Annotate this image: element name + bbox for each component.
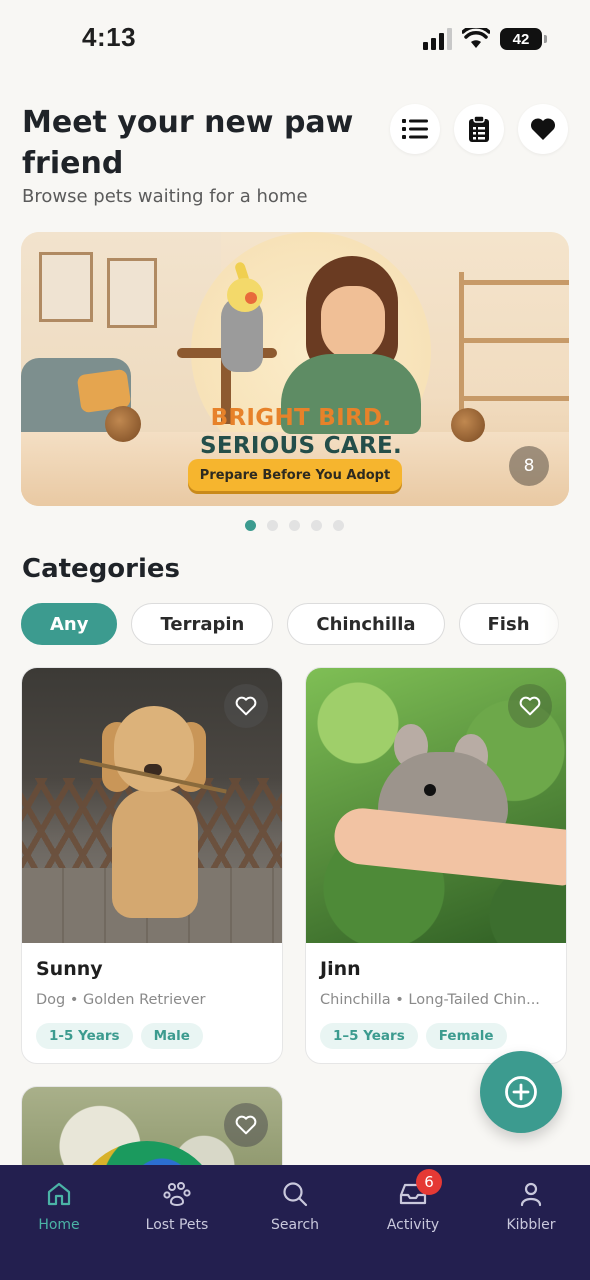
bottom-nav: Home Lost Pets Search 6 Activity Kibbler	[0, 1165, 590, 1280]
pet-name: Sunny	[36, 958, 103, 980]
banner-headline-line-2: SERIOUS CARE.	[199, 433, 403, 459]
pet-age-tag: 1-5 Years	[36, 1023, 133, 1049]
nav-item-lost-pets[interactable]: Lost Pets	[118, 1165, 236, 1280]
list-icon	[402, 119, 428, 139]
category-chip-chinchilla[interactable]: Chinchilla	[287, 603, 445, 645]
search-icon	[280, 1179, 310, 1209]
nav-label: Activity	[386, 1217, 440, 1233]
clipboard-icon	[469, 116, 489, 142]
promo-banner[interactable]: BRIGHT BIRD. SERIOUS CARE. Prepare Befor…	[21, 232, 569, 506]
favorite-button[interactable]	[224, 684, 268, 728]
favorite-button[interactable]	[508, 684, 552, 728]
carousel-dot[interactable]	[245, 520, 256, 531]
pet-sex-tag: Male	[140, 1023, 203, 1049]
pet-age-tag: 1–5 Years	[320, 1023, 418, 1049]
nav-label: Home	[38, 1217, 80, 1233]
status-time: 4:13	[82, 22, 137, 52]
pet-meta: Chinchilla • Long-Tailed Chin...	[320, 992, 540, 1008]
paw-icon	[162, 1179, 192, 1209]
nav-item-activity[interactable]: 6 Activity	[354, 1165, 472, 1280]
status-icons: 42	[423, 28, 547, 50]
heart-outline-icon	[235, 1115, 257, 1135]
cockatiel-illustration	[217, 260, 267, 382]
nav-label: Search	[270, 1217, 320, 1233]
page-subtitle: Browse pets waiting for a home	[22, 186, 308, 207]
pet-tags: 1–5 Years Female	[320, 1023, 507, 1049]
list-view-button[interactable]	[390, 104, 440, 154]
carousel-dot[interactable]	[267, 520, 278, 531]
pet-card[interactable]: Jinn Chinchilla • Long-Tailed Chin... 1–…	[305, 667, 567, 1064]
carousel-dot[interactable]	[311, 520, 322, 531]
pet-tags: 1-5 Years Male	[36, 1023, 203, 1049]
page-title: Meet your new paw friend	[22, 105, 354, 181]
plus-circle-icon	[505, 1076, 537, 1108]
toy-ball	[451, 408, 485, 442]
carousel-dot[interactable]	[333, 520, 344, 531]
banner-cta-button[interactable]: Prepare Before You Adopt	[188, 459, 402, 491]
wall-art	[107, 258, 157, 328]
wall-art	[39, 252, 93, 322]
battery-icon: 42	[500, 28, 547, 50]
banner-headline-line-1: BRIGHT BIRD.	[210, 405, 392, 431]
categories-title: Categories	[22, 554, 181, 584]
nav-item-search[interactable]: Search	[236, 1165, 354, 1280]
add-pet-button[interactable]	[480, 1051, 562, 1133]
favorite-button[interactable]	[224, 1103, 268, 1147]
cellular-signal-icon	[423, 28, 452, 50]
pet-name: Jinn	[320, 958, 361, 980]
nav-item-home[interactable]: Home	[0, 1165, 118, 1280]
person-icon	[516, 1179, 546, 1209]
pet-meta: Dog • Golden Retriever	[36, 992, 206, 1008]
heart-icon	[530, 118, 556, 140]
heart-outline-icon	[235, 696, 257, 716]
wifi-icon	[462, 28, 490, 48]
toy-ball	[105, 406, 141, 442]
pet-card[interactable]: Sunny Dog • Golden Retriever 1-5 Years M…	[21, 667, 283, 1064]
pet-sex-tag: Female	[425, 1023, 507, 1049]
nav-label: Kibbler	[506, 1217, 556, 1233]
category-chip-any[interactable]: Any	[21, 603, 118, 645]
applications-button[interactable]	[454, 104, 504, 154]
carousel-dots	[245, 520, 344, 531]
category-chip-terrapin[interactable]: Terrapin	[131, 603, 274, 645]
heart-outline-icon	[519, 696, 541, 716]
pet-photo	[22, 668, 282, 943]
activity-badge: 6	[416, 1169, 442, 1195]
favorites-button[interactable]	[518, 104, 568, 154]
carousel-dot[interactable]	[289, 520, 300, 531]
category-chips: Any Terrapin Chinchilla Fish	[21, 603, 569, 647]
banner-headline: BRIGHT BIRD. SERIOUS CARE.	[191, 404, 411, 460]
nav-label: Lost Pets	[145, 1217, 209, 1233]
pet-photo	[306, 668, 566, 943]
header-actions	[390, 104, 568, 154]
home-icon	[44, 1179, 74, 1209]
nav-item-kibbler[interactable]: Kibbler	[472, 1165, 590, 1280]
banner-count-badge: 8	[509, 446, 549, 486]
status-bar: 4:13 42	[0, 0, 590, 80]
